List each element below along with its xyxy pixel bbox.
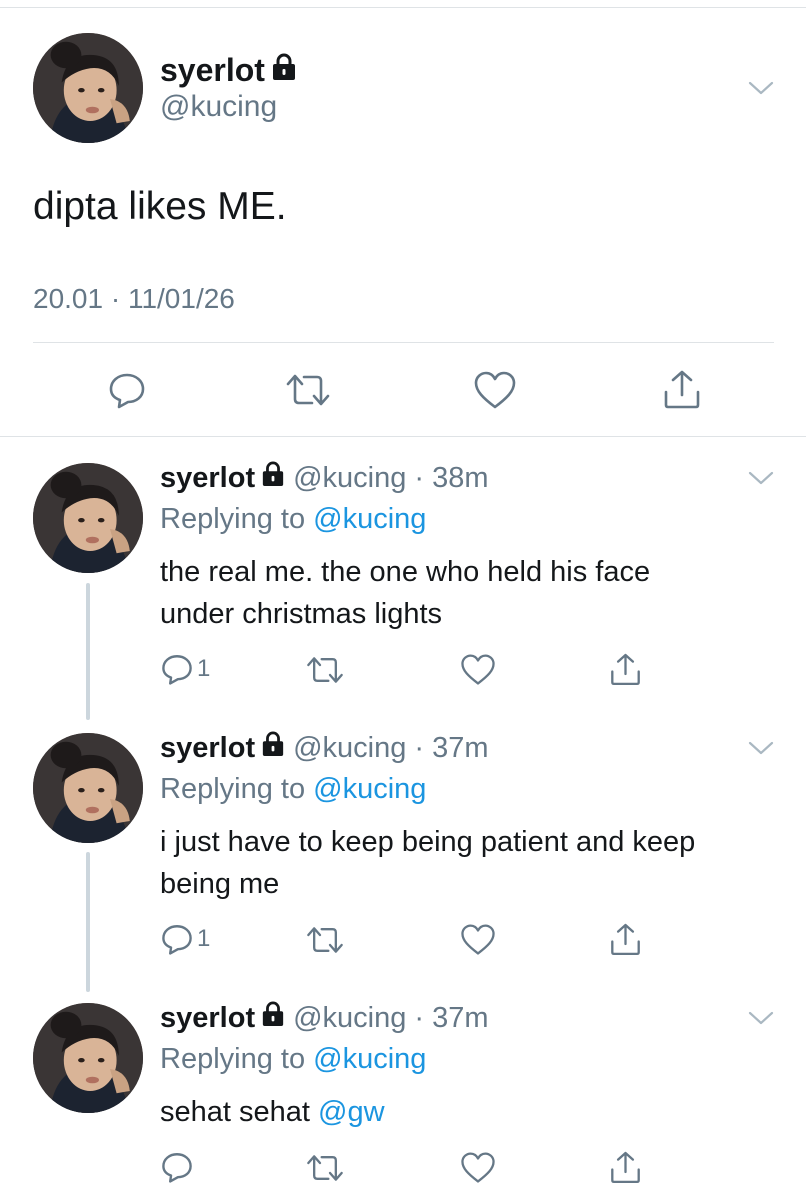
display-name[interactable]: syerlot xyxy=(160,52,297,89)
thread-line xyxy=(86,852,90,992)
reply-button[interactable]: 1 xyxy=(160,652,210,686)
reply-icon xyxy=(162,1153,192,1183)
chevron-down-icon[interactable] xyxy=(748,470,774,486)
replying-to-label: Replying to xyxy=(160,503,306,535)
replying-to-label: Replying to xyxy=(160,1043,306,1075)
mention-link[interactable]: @kucing xyxy=(313,503,426,535)
avatar[interactable] xyxy=(33,33,143,143)
share-button[interactable] xyxy=(609,1149,642,1185)
like-icon xyxy=(474,371,516,409)
avatar-photo xyxy=(33,33,143,143)
retweet-button[interactable] xyxy=(305,655,345,685)
like-button[interactable] xyxy=(473,370,517,410)
reply-text-line: being me xyxy=(160,868,280,900)
lock-icon xyxy=(261,731,285,765)
lock-icon xyxy=(271,52,297,89)
retweet-icon xyxy=(307,657,343,683)
share-icon xyxy=(611,653,640,686)
reply-text-line: i just have to keep being patient and ke… xyxy=(160,826,696,858)
display-name-text: syerlot xyxy=(160,52,265,88)
replying-to-label: Replying to xyxy=(160,773,306,805)
avatar[interactable] xyxy=(33,733,143,843)
reply-text-line: under christmas lights xyxy=(160,598,443,630)
divider xyxy=(0,436,806,437)
mention-link[interactable]: @kucing xyxy=(313,1043,426,1075)
retweet-button[interactable] xyxy=(284,372,332,408)
reply-button[interactable]: 1 xyxy=(160,922,210,956)
share-button[interactable] xyxy=(609,921,642,957)
chevron-down-icon[interactable] xyxy=(748,740,774,756)
display-name: syerlot xyxy=(160,1002,256,1034)
chevron-down-icon[interactable] xyxy=(748,80,774,96)
share-icon xyxy=(611,1151,640,1184)
share-button[interactable] xyxy=(662,368,702,410)
share-icon xyxy=(664,370,700,409)
share-button[interactable] xyxy=(609,651,642,687)
retweet-icon xyxy=(307,927,343,953)
reply-button[interactable] xyxy=(160,1150,194,1184)
lock-icon xyxy=(261,461,285,495)
reply-text: the real me. the one who held his face u… xyxy=(160,551,800,635)
like-icon xyxy=(461,1152,495,1183)
divider xyxy=(33,342,774,343)
display-name: syerlot xyxy=(160,462,256,494)
like-icon xyxy=(461,654,495,685)
reply-text: sehat sehat @gw xyxy=(160,1091,800,1133)
tweet-text: dipta likes ME. xyxy=(33,185,287,228)
avatar-photo xyxy=(33,463,143,573)
handle-time: @kucing · 38m xyxy=(293,462,489,494)
share-icon xyxy=(611,923,640,956)
handle[interactable]: @kucing xyxy=(160,90,277,124)
reply-text-line: the real me. the one who held his face xyxy=(160,556,651,588)
top-divider xyxy=(0,7,806,8)
reply-header[interactable]: syerlot @kucing · 37m xyxy=(160,1001,489,1035)
reply-count: 1 xyxy=(197,655,211,682)
avatar[interactable] xyxy=(33,1003,143,1113)
reply-header[interactable]: syerlot @kucing · 37m xyxy=(160,731,489,765)
like-button[interactable] xyxy=(460,653,496,686)
chevron-down-icon[interactable] xyxy=(748,1010,774,1026)
reply-text-line: sehat sehat xyxy=(160,1096,318,1128)
handle-time: @kucing · 37m xyxy=(293,1002,489,1034)
avatar-photo xyxy=(33,1003,143,1113)
like-button[interactable] xyxy=(460,923,496,956)
mention-link[interactable]: @kucing xyxy=(313,773,426,805)
retweet-icon xyxy=(307,1155,343,1181)
replying-to: Replying to @kucing xyxy=(160,1043,426,1076)
reply-count: 1 xyxy=(197,925,211,952)
avatar[interactable] xyxy=(33,463,143,573)
reply-icon xyxy=(162,655,192,685)
thread-line xyxy=(86,583,90,720)
reply-header[interactable]: syerlot @kucing · 38m xyxy=(160,461,489,495)
reply-text: i just have to keep being patient and ke… xyxy=(160,821,800,905)
reply-icon xyxy=(109,373,145,409)
lock-icon xyxy=(261,1001,285,1035)
retweet-button[interactable] xyxy=(305,925,345,955)
mention-link[interactable]: @gw xyxy=(318,1096,385,1128)
retweet-button[interactable] xyxy=(305,1153,345,1183)
like-button[interactable] xyxy=(460,1151,496,1184)
retweet-icon xyxy=(286,374,330,406)
replying-to: Replying to @kucing xyxy=(160,773,426,806)
handle-time: @kucing · 37m xyxy=(293,732,489,764)
tweet-timestamp[interactable]: 20.01 · 11/01/26 xyxy=(33,283,235,315)
like-icon xyxy=(461,924,495,955)
reply-button[interactable] xyxy=(107,370,147,410)
avatar-photo xyxy=(33,733,143,843)
reply-icon xyxy=(162,925,192,955)
display-name: syerlot xyxy=(160,732,256,764)
replying-to: Replying to @kucing xyxy=(160,503,426,536)
